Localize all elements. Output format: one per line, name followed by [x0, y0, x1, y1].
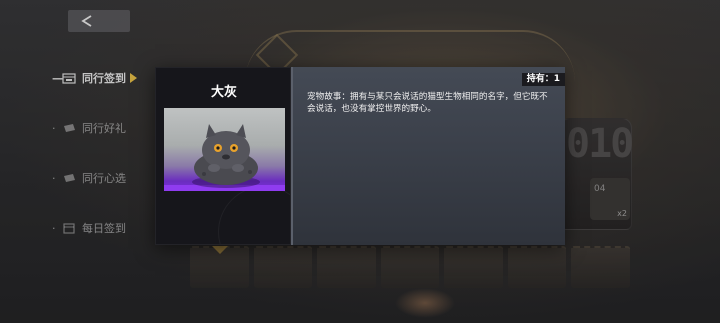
pet-story-text: 宠物故事：拥有与某只会说话的猫型生物相同的名字，但它既不会说话，也没有掌控世界的… [307, 92, 548, 114]
pet-image-frame [164, 108, 285, 191]
decorative-ring [218, 186, 290, 244]
pet-name: 大灰 [210, 85, 237, 100]
pet-portrait-panel: 大灰 [155, 67, 291, 245]
pet-detail-popup: 大灰 持有：1 宠物故事：拥有与某只会说话的猫型生物相同的名字，但它既不会说话，… [155, 67, 565, 245]
screen: 010 04 x2 — 同行签到 · 同行好礼 · 同行心选 · 每日签到 大灰… [0, 0, 720, 323]
pet-description-panel: 持有：1 宠物故事：拥有与某只会说话的猫型生物相同的名字，但它既不会说话，也没有… [291, 67, 565, 245]
gray-cat-pet-image [192, 124, 260, 188]
owned-count-badge: 持有：1 [521, 73, 565, 86]
